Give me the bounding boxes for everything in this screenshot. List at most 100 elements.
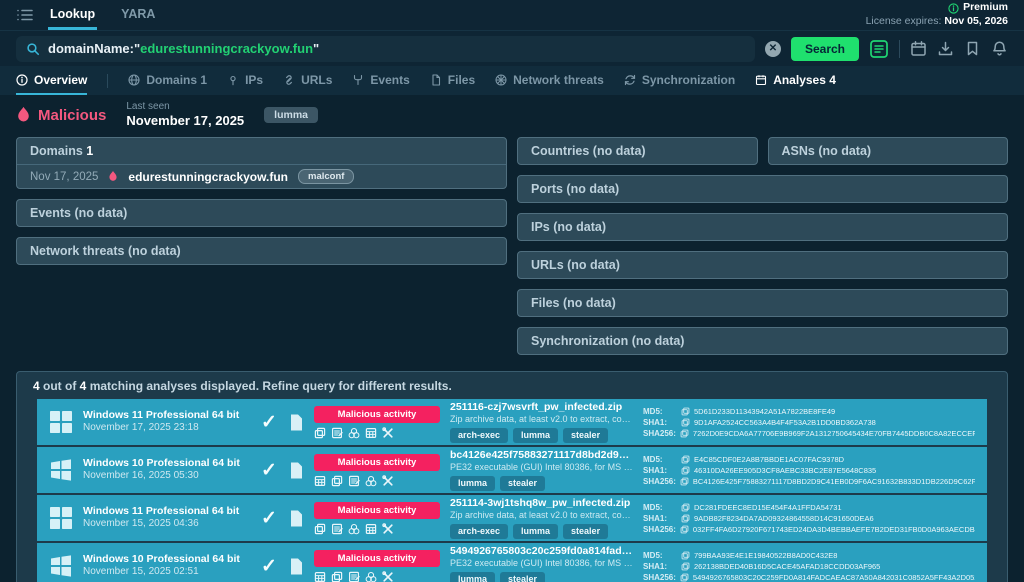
tag[interactable]: arch-exec [450, 428, 508, 443]
copy-hash-icon[interactable] [681, 514, 690, 523]
tag[interactable]: stealer [500, 572, 545, 582]
md5-hash: DC281FDEEC8ED15E454F4A1FFDA54731 [694, 503, 842, 512]
copy-hash-icon[interactable] [681, 562, 690, 571]
tab-network-threats[interactable]: Network threats [495, 66, 604, 95]
tag[interactable]: stealer [500, 476, 545, 491]
tools-icon[interactable] [382, 427, 394, 439]
copy-hash-icon[interactable] [680, 477, 689, 486]
tab-files[interactable]: Files [430, 66, 475, 95]
copy-hash-icon[interactable] [681, 418, 690, 427]
tools-icon[interactable] [382, 571, 394, 582]
grid-report-icon[interactable] [365, 427, 377, 439]
threat-tag[interactable]: lumma [264, 107, 318, 123]
copy-hash-icon[interactable] [681, 503, 690, 512]
copy-icon[interactable] [331, 475, 343, 487]
tag[interactable]: stealer [563, 428, 608, 443]
analysis-row[interactable]: Windows 11 Professional 64 bitNovember 1… [37, 399, 987, 445]
search-button[interactable]: Search [791, 37, 859, 61]
analysis-row[interactable]: Windows 10 Professional 64 bitNovember 1… [37, 447, 987, 493]
os-name: Windows 11 Professional 64 bit [83, 409, 249, 422]
grid-report-icon[interactable] [314, 475, 326, 487]
sample-filename[interactable]: bc4126e425f75883271117d8bd2d9c41eb0d9f6a… [450, 449, 633, 462]
copy-hash-icon[interactable] [681, 407, 690, 416]
tag[interactable]: lumma [513, 428, 558, 443]
domain-date: Nov 17, 2025 [30, 171, 98, 183]
clear-search-button[interactable]: ✕ [765, 41, 781, 57]
biohazard-icon[interactable] [365, 571, 377, 582]
windows10-icon [49, 554, 73, 578]
malicious-flame-icon [16, 106, 31, 124]
copy-icon[interactable] [331, 571, 343, 582]
sample-filename[interactable]: 251114-3wj1tshq8w_pw_infected.zip [450, 497, 633, 510]
analysis-row[interactable]: Windows 10 Professional 64 bitNovember 1… [37, 543, 987, 582]
copy-hash-icon[interactable] [680, 573, 689, 582]
tools-icon[interactable] [382, 475, 394, 487]
panel-asns: ASNs (no data) [768, 137, 1009, 165]
report-icon[interactable] [331, 427, 343, 439]
tab-overview[interactable]: Overview [16, 66, 87, 95]
document-icon [289, 461, 304, 480]
license-info: Premium License expires: Nov 05, 2026 [866, 1, 1008, 28]
copy-icon[interactable] [314, 523, 326, 535]
query-templates-icon[interactable] [869, 39, 889, 59]
menu-icon[interactable] [16, 6, 34, 24]
tab-domains[interactable]: Domains 1 [128, 66, 207, 95]
panel-synchronization: Synchronization (no data) [517, 327, 1008, 355]
copy-hash-icon[interactable] [681, 466, 690, 475]
malconf-badge: malconf [298, 169, 354, 184]
overview-panels: Domains 1 Nov 17, 2025 edurestunningcrac… [0, 135, 1024, 363]
panel-events: Events (no data) [16, 199, 507, 227]
domain-link[interactable]: edurestunningcrackyow.fun [128, 170, 288, 184]
tab-ips[interactable]: IPs [227, 66, 263, 95]
biohazard-icon[interactable] [348, 523, 360, 535]
analysis-date: November 17, 2025 23:18 [83, 422, 249, 435]
copy-hash-icon[interactable] [681, 551, 690, 560]
grid-report-icon[interactable] [365, 523, 377, 535]
windows10-icon [49, 458, 73, 482]
analysis-row[interactable]: Windows 11 Professional 64 bitNovember 1… [37, 495, 987, 541]
copy-icon[interactable] [314, 427, 326, 439]
last-seen: Last seen November 17, 2025 [126, 101, 244, 129]
sha1-hash: 46310DA26EE905D3CF8AEBC33BC2E87E5648C835 [694, 466, 876, 475]
biohazard-icon[interactable] [348, 427, 360, 439]
tab-analyses[interactable]: Analyses 4 [755, 66, 836, 95]
tag[interactable]: lumma [450, 476, 495, 491]
biohazard-icon[interactable] [365, 475, 377, 487]
sha1-hash: 9ADB82F8234DA7AD09324864558D14C91650DEA6 [694, 514, 874, 523]
top-tab-lookup[interactable]: Lookup [48, 0, 97, 30]
tag[interactable]: lumma [513, 524, 558, 539]
tab-urls[interactable]: URLs [283, 66, 332, 95]
calendar-icon[interactable] [910, 40, 927, 57]
md5-hash: 5D61D233D11343942A51A7822BE8FE49 [694, 407, 835, 416]
report-icon[interactable] [348, 571, 360, 582]
sample-filename[interactable]: 5494926765803c20c259fd0a814fadcaeac87a50… [450, 545, 633, 558]
report-icon[interactable] [331, 523, 343, 535]
grid-report-icon[interactable] [314, 571, 326, 582]
domain-row[interactable]: Nov 17, 2025 edurestunningcrackyow.fun m… [17, 164, 506, 188]
os-name: Windows 10 Professional 64 bit [83, 553, 249, 566]
analyses-summary: 4 out of 4 matching analyses displayed. … [17, 372, 1007, 399]
download-icon[interactable] [937, 40, 954, 57]
panel-ips: IPs (no data) [517, 213, 1008, 241]
divider [899, 40, 900, 58]
tools-icon[interactable] [382, 523, 394, 535]
result-tabs: Overview Domains 1 IPs URLs Events Files… [0, 66, 1024, 95]
tab-events[interactable]: Events [352, 66, 409, 95]
copy-hash-icon[interactable] [680, 525, 689, 534]
search-input[interactable]: domainName:"edurestunningcrackyow.fun" [16, 36, 755, 62]
tag[interactable]: arch-exec [450, 524, 508, 539]
analysis-date: November 15, 2025 02:51 [83, 566, 249, 579]
sample-filename[interactable]: 251116-czj7wsvrft_pw_infected.zip [450, 401, 633, 414]
top-bar: Lookup YARA Premium License expires: Nov… [0, 0, 1024, 30]
top-tab-yara[interactable]: YARA [119, 0, 157, 30]
tag[interactable]: lumma [450, 572, 495, 582]
tag[interactable]: stealer [563, 524, 608, 539]
search-bar: domainName:"edurestunningcrackyow.fun" ✕… [0, 30, 1024, 66]
copy-hash-icon[interactable] [680, 429, 689, 438]
tab-synchronization[interactable]: Synchronization [624, 66, 735, 95]
bookmark-icon[interactable] [964, 40, 981, 57]
report-icon[interactable] [348, 475, 360, 487]
notifications-icon[interactable] [991, 40, 1008, 57]
panel-ports: Ports (no data) [517, 175, 1008, 203]
copy-hash-icon[interactable] [681, 455, 690, 464]
